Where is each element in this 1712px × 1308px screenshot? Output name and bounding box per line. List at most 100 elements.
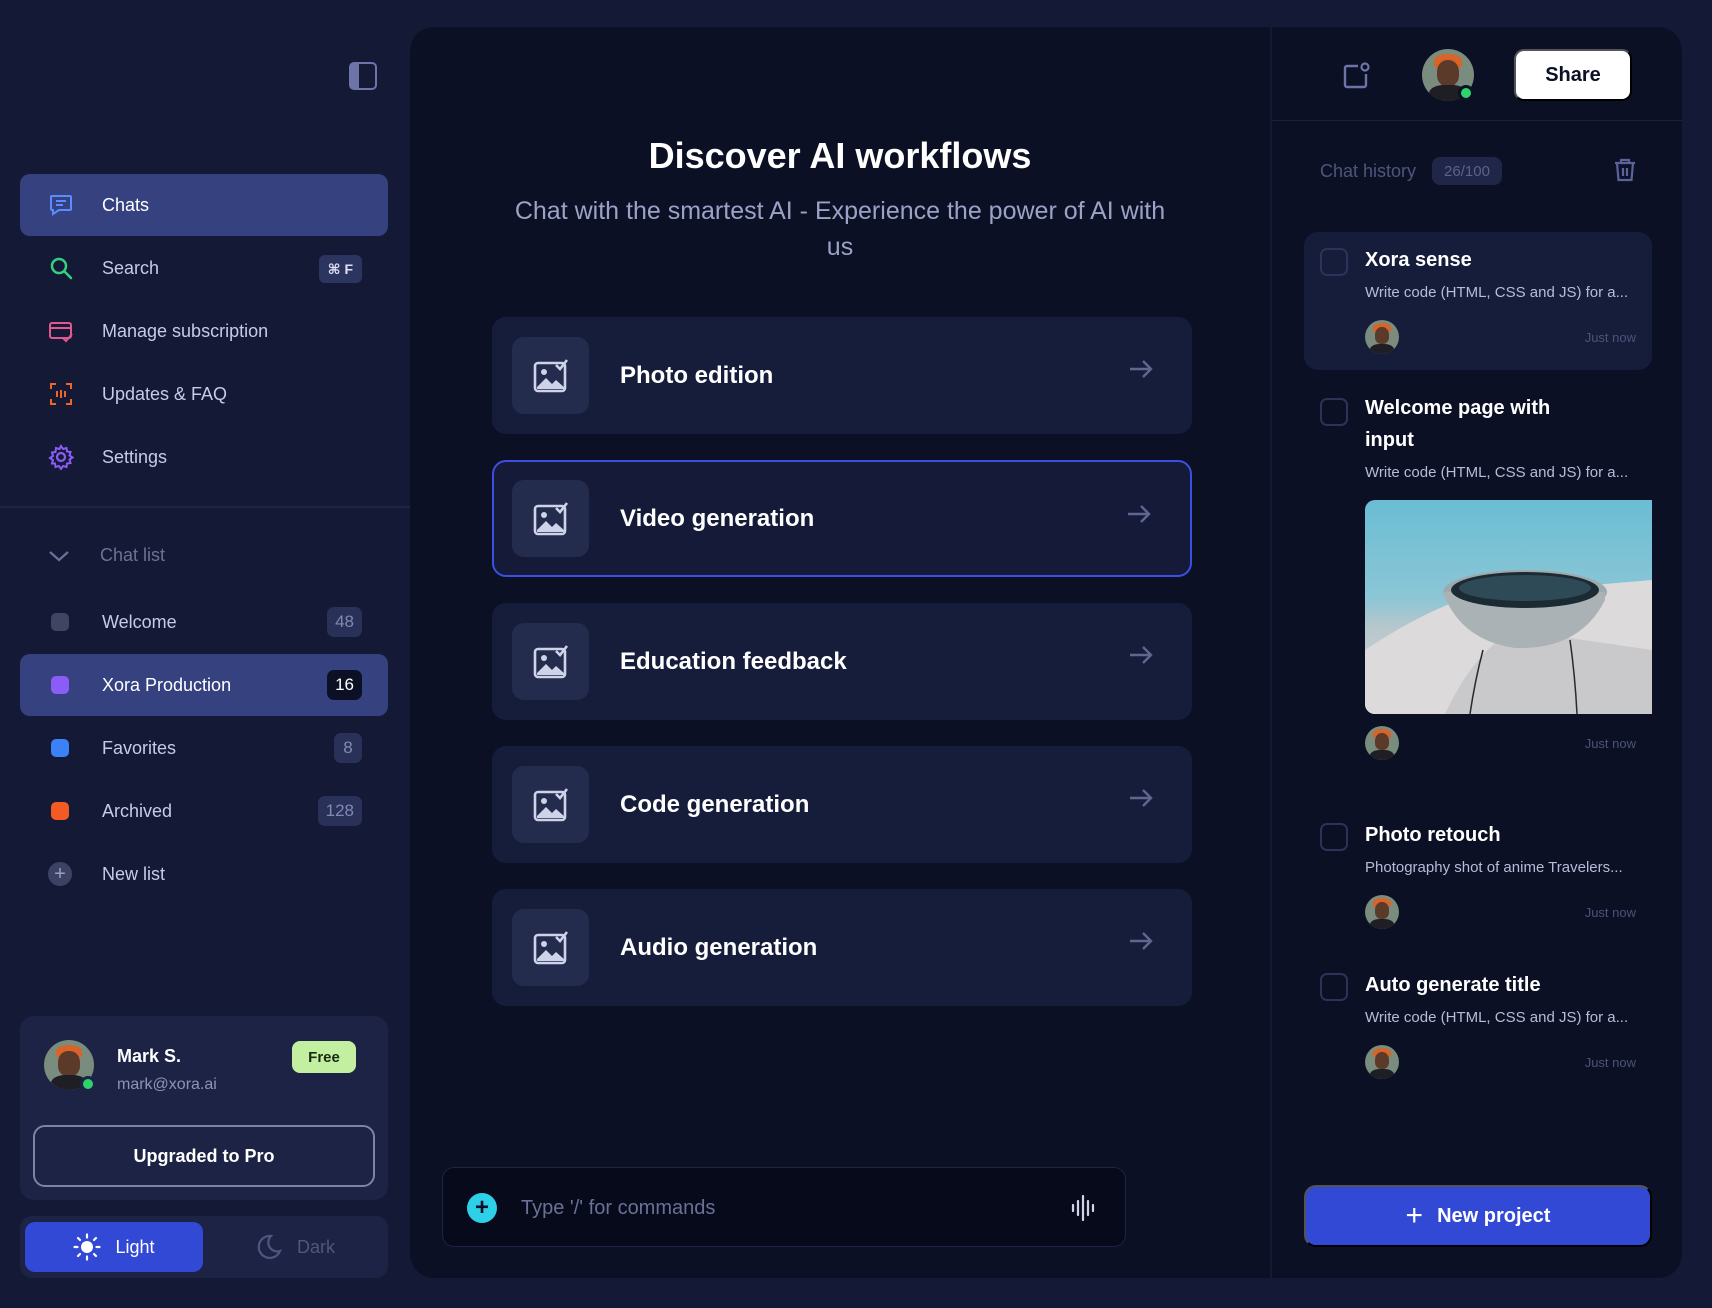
sidebar-item-updates-faq[interactable]: Updates & FAQ <box>20 363 388 425</box>
avatar <box>1365 1045 1399 1079</box>
chat-history-header: Chat history 26/100 <box>1320 157 1502 185</box>
voice-input-icon[interactable] <box>1069 1193 1099 1223</box>
avatar <box>1365 320 1399 354</box>
new-project-button[interactable]: + New project <box>1304 1185 1652 1247</box>
history-time: Just now <box>1584 1055 1636 1070</box>
sidebar-item-label: Chats <box>102 194 150 215</box>
theme-switch: Light Dark <box>20 1216 388 1278</box>
new-project-label: New project <box>1437 1204 1551 1227</box>
list-item-archived[interactable]: Archived 128 <box>20 780 388 842</box>
list-color-dot <box>51 676 69 694</box>
chat-list-toggle[interactable]: Chat list <box>48 545 165 566</box>
chat-lists: Welcome 48 Xora Production 16 Favorites … <box>20 591 388 906</box>
workflow-label: Photo edition <box>620 361 774 389</box>
avatar <box>1365 726 1399 760</box>
list-item-count: 48 <box>327 607 362 637</box>
workflow-card-video-generation[interactable]: Video generation <box>492 460 1192 577</box>
main-panel: Discover AI workflows Chat with the smar… <box>410 27 1270 1278</box>
list-item-xora-production[interactable]: Xora Production 16 <box>20 654 388 716</box>
generated-image[interactable] <box>1365 500 1652 714</box>
list-color-dot <box>51 802 69 820</box>
list-item-label: Xora Production <box>102 674 232 695</box>
plus-icon: + <box>1405 1199 1424 1232</box>
online-status-indicator <box>80 1076 96 1092</box>
page-title: Discover AI workflows <box>648 135 1032 176</box>
list-color-dot <box>51 613 69 631</box>
image-icon <box>512 337 589 414</box>
list-item[interactable]: Xora sense Write code (HTML, CSS and JS)… <box>1304 232 1652 370</box>
workflow-card-photo-edition[interactable]: Photo edition <box>492 317 1192 434</box>
upgrade-button[interactable]: Upgraded to Pro <box>33 1125 375 1187</box>
app-window: Chats Search ⌘ F Manage subscription Upd… <box>0 0 1712 1308</box>
workflow-card-audio-generation[interactable]: Audio generation <box>492 889 1192 1006</box>
list-item[interactable]: Photo retouch Photography shot of anime … <box>1304 807 1652 932</box>
workflow-list: Photo edition Video generation Education… <box>492 317 1192 1032</box>
sidebar-toggle-icon[interactable] <box>349 62 377 90</box>
sculpture-thumbnail <box>1365 570 1652 714</box>
list-item-favorites[interactable]: Favorites 8 <box>20 717 388 779</box>
chat-history-panel: Share Chat history 26/100 Xora sense Wri… <box>1272 27 1682 1278</box>
image-icon <box>512 480 589 557</box>
plan-badge: Free <box>292 1041 356 1073</box>
theme-dark-label: Dark <box>296 1236 335 1257</box>
add-attachment-button[interactable]: + <box>467 1193 497 1223</box>
notification-icon[interactable] <box>1341 61 1371 91</box>
list-item[interactable]: Auto generate title Write code (HTML, CS… <box>1304 957 1652 1082</box>
list-item-count: 16 <box>327 670 362 700</box>
chat-icon <box>48 192 74 218</box>
online-status-indicator <box>1458 85 1474 101</box>
list-item-label: Favorites <box>102 737 177 758</box>
sidebar-divider <box>0 506 410 508</box>
header-divider <box>1272 120 1682 121</box>
workflow-label: Education feedback <box>620 647 847 675</box>
sidebar-item-label: Settings <box>102 446 168 467</box>
list-item-label: Archived <box>102 800 173 821</box>
history-time: Just now <box>1584 905 1636 920</box>
sidebar-item-settings[interactable]: Settings <box>20 426 388 488</box>
message-composer: + <box>442 1167 1126 1247</box>
user-name: Mark S. <box>117 1046 182 1066</box>
plus-circle-icon: + <box>48 862 72 886</box>
workflow-label: Audio generation <box>620 933 818 961</box>
sidebar: Chats Search ⌘ F Manage subscription Upd… <box>0 0 410 1308</box>
list-item-label: Welcome <box>102 611 177 632</box>
list-item-count: 8 <box>334 733 362 763</box>
list-item[interactable]: Welcome page with input Write code (HTML… <box>1304 382 1652 782</box>
share-button[interactable]: Share <box>1514 49 1632 101</box>
sidebar-item-search[interactable]: Search ⌘ F <box>20 237 388 299</box>
user-card: Mark S. mark@xora.ai Free Upgraded to Pr… <box>20 1016 388 1200</box>
sidebar-item-manage-subscription[interactable]: Manage subscription <box>20 300 388 362</box>
list-item-welcome[interactable]: Welcome 48 <box>20 591 388 653</box>
trash-icon[interactable] <box>1613 157 1637 183</box>
workflow-card-code-generation[interactable]: Code generation <box>492 746 1192 863</box>
theme-dark-option[interactable]: Dark <box>205 1222 383 1272</box>
message-input[interactable] <box>521 1190 1041 1226</box>
chat-history-label: Chat history <box>1320 160 1417 181</box>
image-icon <box>512 623 589 700</box>
history-title: Photo retouch <box>1365 824 1501 846</box>
history-desc: Photography shot of anime Travelers... <box>1365 859 1623 876</box>
new-list-button[interactable]: + New list <box>20 843 388 905</box>
theme-light-label: Light <box>115 1236 155 1257</box>
history-checkbox[interactable] <box>1320 973 1348 1001</box>
history-title: Welcome page with input <box>1365 397 1551 451</box>
settings-icon <box>48 444 74 470</box>
search-shortcut-badge: ⌘ F <box>318 255 362 283</box>
workflow-card-education-feedback[interactable]: Education feedback <box>492 603 1192 720</box>
list-color-dot <box>51 739 69 757</box>
history-checkbox[interactable] <box>1320 248 1348 276</box>
new-list-label: New list <box>102 863 166 884</box>
theme-light-option[interactable]: Light <box>25 1222 203 1272</box>
avatar <box>1365 895 1399 929</box>
workflow-label: Code generation <box>620 790 810 818</box>
subscription-icon <box>48 318 74 344</box>
history-time: Just now <box>1584 736 1636 751</box>
workflow-label: Video generation <box>620 504 815 532</box>
arrow-right-icon <box>1128 505 1151 523</box>
history-checkbox[interactable] <box>1320 823 1348 851</box>
page-subtitle: Chat with the smartest AI - Experience t… <box>514 197 1166 261</box>
history-desc: Write code (HTML, CSS and JS) for a... <box>1365 464 1629 481</box>
chat-history-count: 26/100 <box>1432 157 1502 185</box>
sidebar-item-chats[interactable]: Chats <box>20 174 388 236</box>
history-checkbox[interactable] <box>1320 398 1348 426</box>
